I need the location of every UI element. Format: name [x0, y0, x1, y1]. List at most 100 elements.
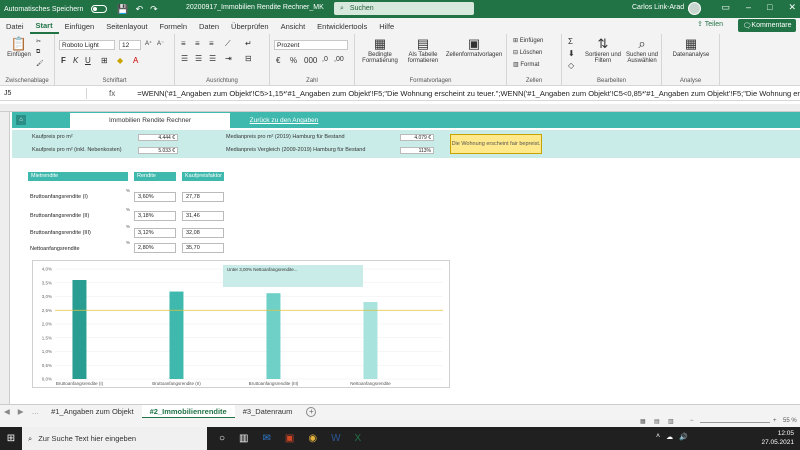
comments-button[interactable]: 🗨 Kommentare: [738, 19, 796, 32]
rendite-cell[interactable]: 2,80%: [134, 243, 176, 253]
clock[interactable]: 12:05 27.05.2021: [761, 429, 794, 447]
faktor-cell[interactable]: 35,70: [182, 243, 224, 253]
menu-datei[interactable]: Datei: [0, 22, 30, 31]
next-sheet-icon[interactable]: ▶: [14, 407, 28, 416]
menu-start[interactable]: Start: [29, 18, 59, 34]
view-pagebreak-icon[interactable]: ▥: [668, 418, 674, 425]
rendite-cell[interactable]: 3,18%: [134, 211, 176, 221]
ribbon-display-icon[interactable]: ▭: [721, 2, 730, 13]
align-bottom-icon[interactable]: ≡: [209, 39, 214, 48]
fill-icon[interactable]: ⬇: [568, 49, 575, 58]
zoom-level[interactable]: 55 %: [783, 418, 797, 424]
find-select-button[interactable]: ⌕ Suchen und Auswählen: [624, 37, 660, 65]
faktor-cell[interactable]: 27,78: [182, 192, 224, 202]
prev-sheet-icon[interactable]: ◀: [0, 407, 14, 416]
redo-icon[interactable]: ↷: [150, 4, 158, 15]
border-icon[interactable]: ⊞: [101, 56, 108, 65]
conditional-format-button[interactable]: ▦ Bedingte Formatierung: [359, 37, 401, 65]
insert-cells-button[interactable]: ⊞ Einfügen: [513, 37, 543, 44]
median-value[interactable]: 4.079 €: [400, 134, 434, 141]
fx-icon[interactable]: fx: [87, 89, 137, 98]
cell-styles-button[interactable]: ▣ Zellenformatvorlagen: [445, 37, 503, 59]
orientation-icon[interactable]: ⟋: [225, 39, 231, 49]
menu-einfuegen[interactable]: Einfügen: [59, 22, 101, 31]
median-cmp-value[interactable]: 113%: [400, 147, 434, 154]
font-shrink-icon[interactable]: A⁻: [157, 40, 164, 47]
number-format-select[interactable]: Prozent: [274, 40, 348, 50]
font-name-select[interactable]: Roboto Light: [59, 40, 115, 50]
tray-chevron-icon[interactable]: ˄: [656, 433, 660, 441]
thousands-icon[interactable]: 000: [304, 56, 317, 65]
share-button[interactable]: ⇪ Teilen: [697, 20, 723, 28]
zoom-in-icon[interactable]: +: [773, 418, 777, 424]
align-center-icon[interactable]: ☰: [195, 54, 202, 63]
align-middle-icon[interactable]: ≡: [195, 39, 200, 48]
back-link[interactable]: Zurück zu den Angaben: [234, 113, 334, 128]
close-icon[interactable]: ✕: [788, 2, 796, 13]
excel-icon[interactable]: X: [355, 433, 362, 444]
network-icon[interactable]: ☁: [666, 433, 673, 441]
column-headers[interactable]: [0, 104, 800, 112]
paste-button[interactable]: 📋 Einfügen: [6, 37, 32, 59]
autosum-icon[interactable]: Σ: [568, 37, 573, 46]
volume-icon[interactable]: 🔊: [679, 433, 688, 441]
task-view-icon[interactable]: ○: [219, 433, 225, 444]
autosave-toggle[interactable]: [91, 5, 108, 13]
format-cells-button[interactable]: ▥ Format: [513, 61, 539, 68]
undo-icon[interactable]: ↶: [136, 4, 144, 15]
faktor-cell[interactable]: 32,08: [182, 228, 224, 238]
format-as-table-button[interactable]: ▤ Als Tabelle formatieren: [403, 37, 443, 65]
format-painter-icon[interactable]: 🖌: [36, 60, 44, 67]
menu-entwicklertools[interactable]: Entwicklertools: [311, 22, 373, 31]
merge-icon[interactable]: ⊟: [245, 54, 252, 63]
font-size-select[interactable]: 12: [119, 40, 141, 50]
chart-area[interactable]: 0,0% 0,5% 1,0% 1,5% 2,0% 2,5% 3,0% 3,5% 4,0% Brut…: [32, 260, 450, 388]
menu-ansicht[interactable]: Ansicht: [275, 22, 312, 31]
rendite-cell[interactable]: 3,60%: [134, 192, 176, 202]
verdict-box[interactable]: Die Wohnung erscheint fair bepreist.: [450, 134, 542, 154]
font-grow-icon[interactable]: A⁺: [145, 40, 152, 47]
kaufpreis-value[interactable]: 4.444 €: [138, 134, 178, 141]
clear-icon[interactable]: ◇: [568, 61, 574, 70]
taskbar-search[interactable]: ⌕ Zur Suche Text hier eingeben: [22, 427, 207, 450]
view-normal-icon[interactable]: ▦: [640, 418, 646, 425]
outlook-icon[interactable]: ✉: [263, 433, 271, 444]
minimize-icon[interactable]: –: [746, 2, 751, 13]
menu-daten[interactable]: Daten: [193, 22, 225, 31]
powerpoint-icon[interactable]: ▣: [285, 433, 294, 444]
percent-icon[interactable]: %: [290, 56, 297, 65]
menu-formeln[interactable]: Formeln: [154, 22, 194, 31]
sheet-tab-datenraum[interactable]: #3_Datenraum: [235, 405, 301, 419]
zoom-slider[interactable]: [700, 422, 770, 423]
indent-icon[interactable]: ⇥: [225, 54, 232, 63]
fill-color-icon[interactable]: ◆: [117, 56, 123, 65]
maximize-icon[interactable]: □: [767, 2, 772, 13]
rendite-cell[interactable]: 3,12%: [134, 228, 176, 238]
font-color-icon[interactable]: A: [133, 56, 138, 65]
bold-button[interactable]: F: [61, 56, 66, 65]
cut-icon[interactable]: ✂: [36, 38, 41, 45]
sheet-tab-immobilienrendite[interactable]: #2_Immobilienrendite: [141, 404, 235, 419]
word-icon[interactable]: W: [331, 433, 340, 444]
align-top-icon[interactable]: ≡: [181, 39, 186, 48]
search-box[interactable]: ⌕ Suchen: [334, 2, 474, 15]
currency-icon[interactable]: €: [276, 56, 280, 65]
sort-filter-button[interactable]: ⇅ Sortieren und Filtern: [584, 37, 622, 65]
chrome-icon[interactable]: ◉: [308, 433, 317, 444]
add-sheet-icon[interactable]: +: [306, 406, 317, 417]
align-right-icon[interactable]: ☰: [209, 54, 216, 63]
data-analysis-button[interactable]: ▦ Datenanalyse: [668, 37, 714, 59]
menu-hilfe[interactable]: Hilfe: [373, 22, 400, 31]
row-headers[interactable]: [0, 112, 10, 404]
formula-input[interactable]: =WENN('#1_Angaben zum Objekt'!C5>1,15*'#…: [137, 89, 800, 98]
delete-cells-button[interactable]: ⊟ Löschen: [513, 49, 542, 56]
more-sheets-icon[interactable]: …: [28, 407, 44, 416]
increase-decimal-icon[interactable]: ,0: [322, 56, 328, 63]
save-icon[interactable]: 💾: [117, 4, 128, 15]
decrease-decimal-icon[interactable]: ,00: [334, 56, 344, 63]
zoom-out-icon[interactable]: −: [690, 418, 694, 424]
avatar[interactable]: [688, 2, 701, 15]
wrap-text-icon[interactable]: ↵: [245, 39, 252, 48]
sheet-tab-angaben[interactable]: #1_Angaben zum Objekt: [43, 405, 142, 419]
faktor-cell[interactable]: 31,46: [182, 211, 224, 221]
